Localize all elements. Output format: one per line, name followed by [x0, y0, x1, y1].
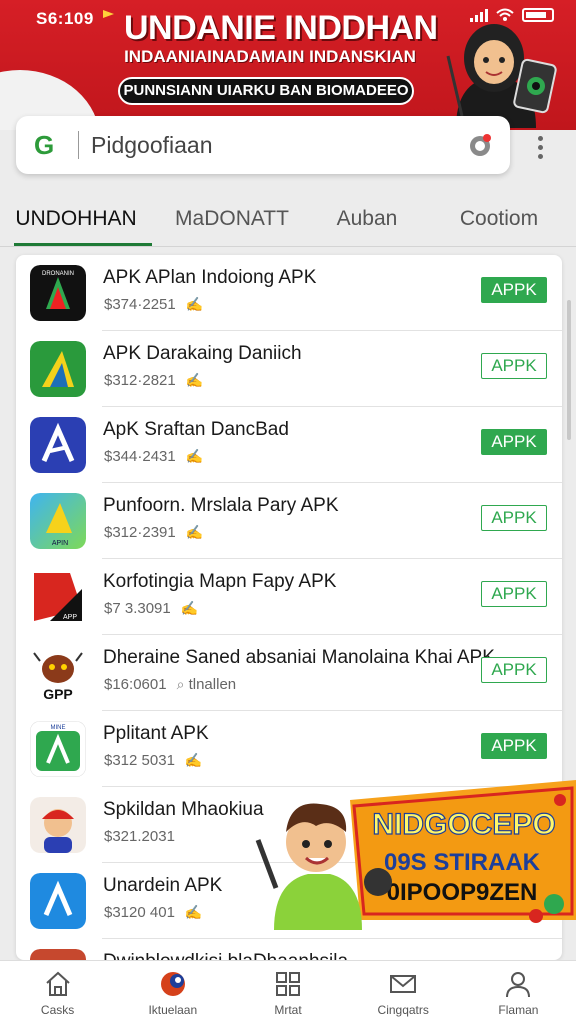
hand-icon: ✍ — [184, 904, 203, 920]
nav-label: Flaman — [498, 1002, 539, 1017]
boy-avatar-icon — [30, 797, 86, 853]
nav-item-flaman[interactable]: Flaman — [461, 961, 576, 1024]
svg-text:APP: APP — [63, 614, 77, 621]
mail-icon — [390, 974, 417, 993]
apk-button[interactable]: APPK — [481, 277, 547, 303]
apk-button[interactable]: APPK — [481, 429, 547, 455]
blue-a-logo-icon — [30, 417, 86, 473]
promo-line2: 09S STIRAAK — [384, 849, 541, 876]
gradient-a-logo-icon: APIN — [30, 493, 86, 549]
tab-bar: UNDOHHAN MaDONATT Auban Cootiom — [0, 190, 576, 248]
apk-button[interactable]: APPK — [481, 505, 547, 531]
scrollbar[interactable] — [567, 300, 571, 440]
hand-icon: ✍ — [185, 296, 204, 312]
nav-item-casks[interactable]: Casks — [0, 961, 115, 1024]
apk-button[interactable]: APPK — [481, 581, 547, 607]
banner-title: UNDANIE INDDHAN — [124, 9, 438, 47]
nav-label: Cingqatrs — [377, 1002, 429, 1017]
app-name: Pplitant APK — [103, 723, 209, 744]
blue-round-a-icon — [30, 873, 86, 929]
app-meta: $344·2431 ✍ — [104, 448, 204, 465]
nav-label: Casks — [40, 1002, 75, 1017]
hand-icon: ✍ — [185, 524, 204, 540]
app-name: APK Darakaing Daniich — [103, 343, 302, 364]
app-meta: $3120 401 ✍ — [104, 904, 203, 921]
apk-button[interactable]: APPK — [481, 733, 547, 759]
orb-icon — [160, 971, 185, 996]
app-meta: $312·2391 ✍ — [104, 524, 204, 541]
tab-madonatt[interactable]: MaDONATT — [152, 190, 312, 248]
red-black-logo-icon: APP — [30, 569, 86, 625]
promo-line1: NIDGOCEPO — [372, 808, 555, 841]
list-item[interactable]: GPP Dheraine Saned absaniai Manolaina Kh… — [16, 635, 562, 711]
tab-undohhan[interactable]: UNDOHHAN — [0, 190, 152, 248]
list-item[interactable]: ApK Sraftan DancBad $344·2431 ✍ APPK — [16, 407, 562, 483]
hand-icon: ✍ — [185, 448, 204, 464]
list-item[interactable]: APIN Punfoorn. Mrslala Pary APK $312·239… — [16, 483, 562, 559]
svg-text:GPP: GPP — [43, 686, 73, 701]
dark-a-logo-icon: DRONANIN — [30, 265, 86, 321]
app-name: Korfotingia Mapn Fapy APK — [103, 571, 337, 592]
green-card-logo-icon: MINE — [30, 721, 86, 777]
tab-cootiom[interactable]: Cootiom — [422, 190, 576, 248]
app-meta: $7 3.3091 ✍ — [104, 600, 199, 617]
home-icon — [45, 971, 70, 996]
app-name: Dwinblowdkisi blaDhaanhsila — [103, 951, 348, 960]
svg-text:APIN: APIN — [52, 540, 68, 547]
list-item[interactable]: DRONANIN APK APlan Indoiong APK $374·225… — [16, 255, 562, 331]
search-icon: ⌕ — [176, 676, 185, 692]
tab-divider — [0, 246, 576, 247]
app-name: Unardein APK — [103, 875, 223, 896]
app-meta: $321.2031 — [104, 828, 175, 845]
promo-line3: 0IPOOP9ZEN — [387, 879, 538, 906]
app-meta: $312·2821 ✍ — [104, 372, 204, 389]
app-meta: $312 5031 ✍ — [104, 752, 203, 769]
bottom-nav: Casks Iktuelaan Mrtat Cingqatrs Flaman — [0, 960, 576, 1024]
apk-button[interactable]: APPK — [481, 657, 547, 683]
header-banner: S6:109 UNDANIE INDDHAN INDAANIAINADAMAIN… — [0, 0, 576, 130]
banner-pill[interactable]: PUNNSIANN UIARKU BAN BIOMADEEO — [118, 77, 414, 105]
tab-auban[interactable]: Auban — [312, 190, 422, 248]
list-item[interactable]: APK Darakaing Daniich $312·2821 ✍ APPK — [16, 331, 562, 407]
bug-mascot-icon: GPP — [30, 645, 86, 701]
apk-button[interactable]: APPK — [481, 353, 547, 379]
status-time: S6:109 — [36, 9, 94, 28]
banner-subtitle: INDAANIAINADAMAIN INDANSKIAN — [124, 47, 416, 66]
nav-label: Iktuelaan — [148, 1002, 198, 1017]
app-name: Spkildan Mhaokiua — [103, 799, 264, 820]
app-meta: $374·2251 ✍ — [104, 296, 204, 313]
voice-search-icon[interactable] — [460, 125, 500, 165]
green-a-logo-icon — [30, 341, 86, 397]
notification-flag-icon — [103, 10, 114, 18]
hand-icon: ✍ — [180, 600, 199, 616]
search-input[interactable]: Pidgoofiaan — [91, 132, 460, 159]
nav-item-iktuelaan[interactable]: Iktuelaan — [115, 961, 230, 1024]
search-divider — [78, 131, 79, 159]
profile-icon — [506, 971, 531, 997]
search-bar[interactable]: G Pidgoofiaan — [16, 116, 510, 174]
mascot-illustration-icon — [446, 24, 557, 128]
google-logo-icon: G — [34, 129, 55, 160]
app-name: Dheraine Saned absaniai Manolaina Khai A… — [103, 647, 495, 668]
svg-text:DRONANIN: DRONANIN — [42, 271, 74, 277]
app-name: Punfoorn. Mrslala Pary APK — [103, 495, 339, 516]
overflow-menu-icon[interactable] — [522, 130, 558, 164]
nav-label: Mrtat — [274, 1002, 302, 1017]
app-meta: $16:0601 ⌕ tlnallen — [104, 676, 237, 693]
grid-icon — [276, 971, 300, 996]
nav-item-mrtat[interactable]: Mrtat — [230, 961, 345, 1024]
hand-icon: ✍ — [185, 372, 204, 388]
app-name: APK APlan Indoiong APK — [103, 267, 317, 288]
hand-icon: ✍ — [184, 752, 203, 768]
svg-text:MINE: MINE — [51, 725, 66, 731]
list-item[interactable]: APP Korfotingia Mapn Fapy APK $7 3.3091 ✍… — [16, 559, 562, 635]
partial-app-icon — [30, 949, 86, 960]
nav-item-cingqatrs[interactable]: Cingqatrs — [346, 961, 461, 1024]
list-item[interactable]: Dwinblowdkisi blaDhaanhsila — [16, 939, 562, 960]
app-name: ApK Sraftan DancBad — [103, 419, 289, 440]
promo-banner[interactable]: NIDGOCEPO 09S STIRAAK 0IPOOP9ZEN — [250, 770, 576, 930]
